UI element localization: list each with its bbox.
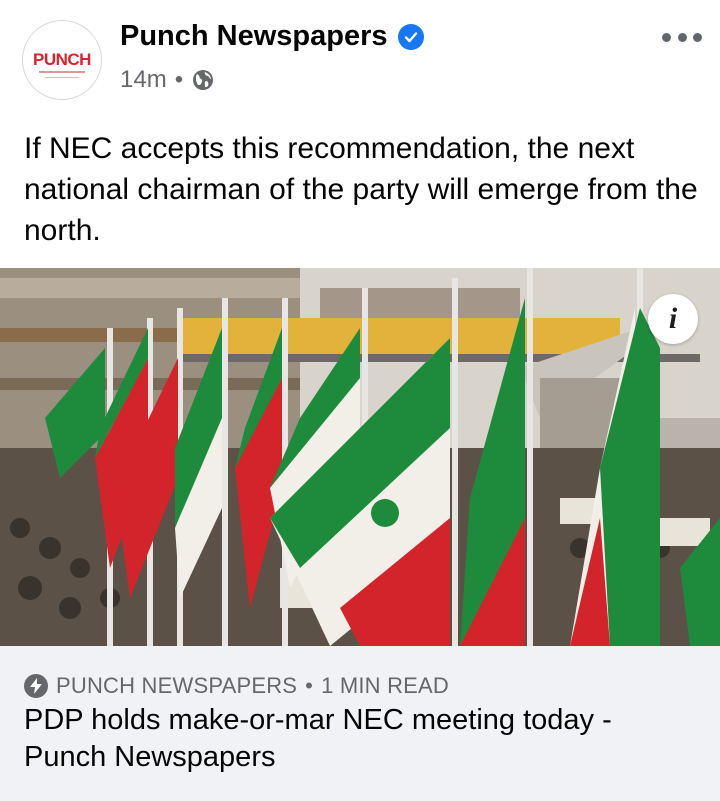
- logo-tagline-line: [45, 77, 79, 78]
- post-timestamp[interactable]: 14m: [120, 66, 167, 94]
- flags-crowd-photo: [0, 268, 720, 646]
- meta-separator: •: [174, 66, 184, 93]
- link-source: PUNCH NEWSPAPERS: [56, 673, 298, 698]
- page-name-row: Punch Newspapers: [120, 20, 424, 53]
- info-icon[interactable]: i: [648, 294, 698, 344]
- post-header: PUNCH Punch Newspapers 14m •: [0, 0, 720, 120]
- post-text: If NEC accepts this recommendation, the …: [24, 132, 698, 247]
- link-separator: •: [305, 673, 314, 698]
- more-options-button[interactable]: [662, 26, 702, 48]
- logo-underline: [39, 71, 85, 73]
- more-horizontal-icon-dot: [677, 32, 687, 42]
- post-image[interactable]: i: [0, 268, 720, 646]
- avatar-logo-text: PUNCH: [33, 50, 91, 69]
- more-horizontal-icon-dot: [662, 32, 671, 42]
- page-name-link[interactable]: Punch Newspapers: [120, 20, 388, 53]
- verified-badge-icon: [397, 23, 424, 50]
- link-source-row: PUNCH NEWSPAPERS • 1 MIN READ: [24, 673, 449, 699]
- link-title[interactable]: PDP holds make-or-mar NEC meeting today …: [24, 702, 694, 776]
- globe-icon[interactable]: [191, 68, 215, 92]
- bolt-icon: [24, 674, 48, 698]
- link-preview-card[interactable]: PUNCH NEWSPAPERS • 1 MIN READ PDP holds …: [0, 646, 720, 801]
- avatar[interactable]: PUNCH: [22, 20, 102, 100]
- more-horizontal-icon-dot: [693, 32, 702, 42]
- post-meta: 14m •: [120, 66, 215, 94]
- link-read-time: 1 MIN READ: [321, 673, 449, 698]
